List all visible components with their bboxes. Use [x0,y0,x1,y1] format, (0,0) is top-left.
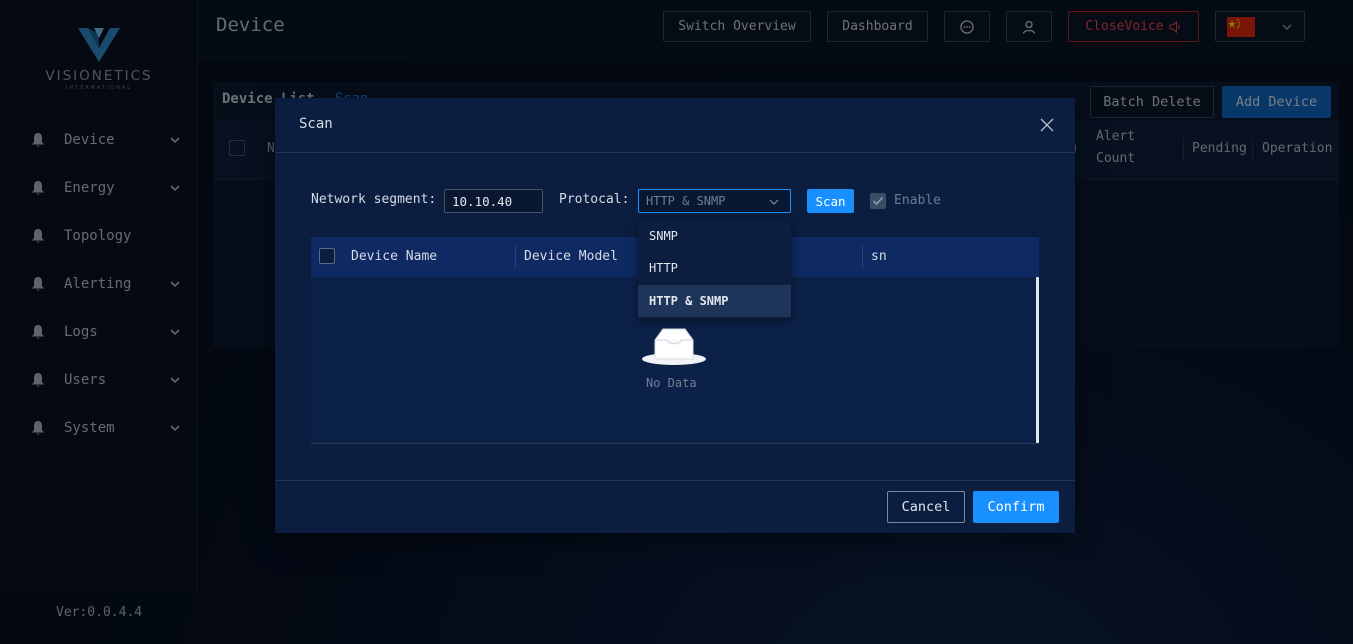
column-header-device-model: Device Model [524,249,618,264]
cancel-button[interactable]: Cancel [887,491,965,523]
check-icon [872,196,884,206]
protocol-option-http-snmp[interactable]: HTTP & SNMP [638,285,791,317]
modal-title: Scan [299,116,333,132]
column-divider [862,246,863,268]
enable-label: Enable [894,193,941,208]
network-segment-input[interactable] [444,189,543,213]
protocol-select[interactable]: HTTP & SNMP [638,189,791,213]
chevron-down-icon [769,199,779,205]
select-all-checkbox[interactable] [319,248,335,264]
app-root: VISIONETICS INTERNATIONAL Device Energy … [0,0,1353,644]
empty-state-text: No Data [646,376,697,390]
protocol-option-snmp[interactable]: SNMP [638,220,791,252]
table-scrollbar[interactable] [1036,277,1039,443]
enable-checkbox[interactable] [870,193,886,209]
column-header-device-name: Device Name [351,249,438,264]
close-icon[interactable] [1039,117,1055,133]
column-divider [515,246,516,268]
protocol-select-value: HTTP & SNMP [646,194,726,208]
scan-button[interactable]: Scan [807,189,854,213]
protocol-option-http[interactable]: HTTP [638,252,791,284]
protocol-label: Protocal: [559,192,630,207]
modal-footer-divider [275,480,1075,481]
empty-box-icon [642,328,706,365]
confirm-button[interactable]: Confirm [973,491,1059,523]
network-segment-label: Network segment: [311,192,437,207]
modal-header: Scan [275,98,1075,153]
protocol-dropdown: SNMP HTTP HTTP & SNMP [638,220,791,318]
column-header-sn: sn [871,249,887,264]
